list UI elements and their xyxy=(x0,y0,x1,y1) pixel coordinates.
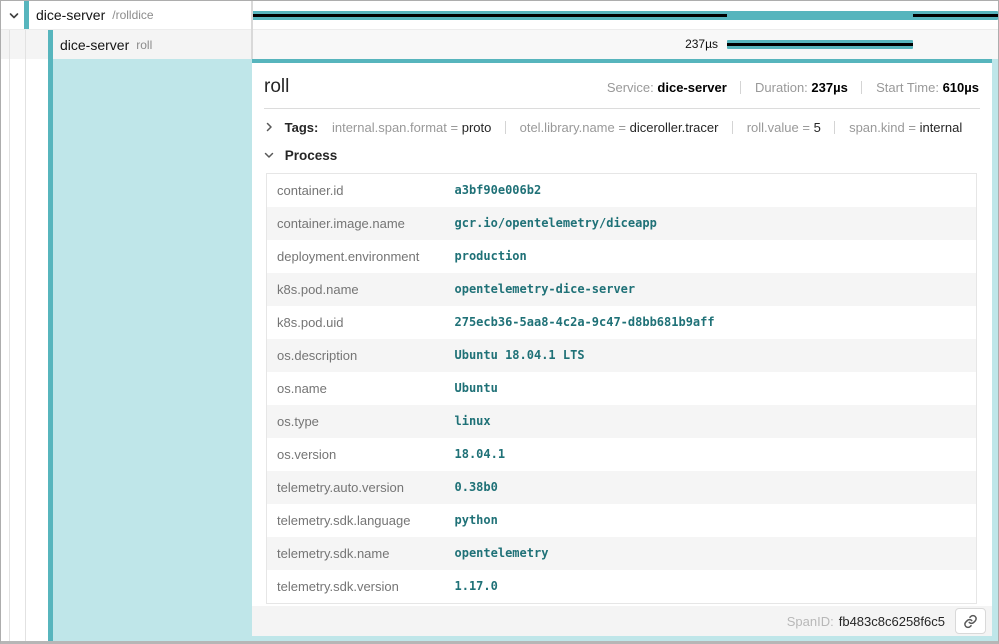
tags-accordion-toggle[interactable]: Tags: internal.span.format = proto otel.… xyxy=(252,109,992,135)
critical-path-segment xyxy=(727,43,913,46)
table-row: os.typelinux xyxy=(267,405,977,438)
table-row: os.nameUbuntu xyxy=(267,372,977,405)
span-operation-name: roll xyxy=(136,38,152,52)
spanid-label: SpanID: xyxy=(787,614,834,629)
span-title: roll xyxy=(264,76,289,98)
span-detail-row: roll Service: dice-server Duration: 237µ… xyxy=(1,59,998,642)
span-color-bar xyxy=(48,30,53,59)
table-row: os.version18.04.1 xyxy=(267,438,977,471)
service-value: dice-server xyxy=(657,80,726,95)
chevron-down-icon[interactable] xyxy=(8,10,20,22)
span-color-bar xyxy=(24,1,29,29)
tree-indent-guide xyxy=(9,59,10,642)
table-row: telemetry.sdk.nameopentelemetry xyxy=(267,537,977,570)
tag-item: internal.span.format = proto xyxy=(332,120,491,135)
duration-label: Duration: xyxy=(755,80,808,95)
meta-divider xyxy=(740,81,741,94)
timeline-row-roll: 237µs xyxy=(252,30,998,59)
table-row: deployment.environmentproduction xyxy=(267,240,977,273)
span-detail-header: roll Service: dice-server Duration: 237µ… xyxy=(252,63,992,108)
chevron-down-icon xyxy=(264,150,274,160)
table-row: telemetry.sdk.version1.17.0 xyxy=(267,570,977,604)
table-row: container.ida3bf90e006b2 xyxy=(267,174,977,208)
tree-indent-guide xyxy=(25,30,26,59)
span-color-bar xyxy=(48,59,53,642)
column-resizer[interactable] xyxy=(251,1,253,59)
link-icon xyxy=(963,614,978,629)
critical-path-segment xyxy=(913,14,998,17)
chevron-right-icon xyxy=(264,122,274,132)
span-detail-footer: SpanID: fb483c8c6258f6c5 xyxy=(252,606,992,636)
start-time-label: Start Time: xyxy=(876,80,939,95)
tree-indent-guide xyxy=(25,59,26,642)
process-accordion-toggle[interactable]: Process xyxy=(252,135,992,163)
jaeger-trace-detail-window: 237µs dice-server /rolldice dice-server … xyxy=(0,0,999,644)
span-name-column: dice-server /rolldice dice-server roll xyxy=(1,1,252,59)
tag-divider xyxy=(505,121,506,134)
start-time-value: 610µs xyxy=(943,80,979,95)
trace-timeline: 237µs xyxy=(252,1,998,59)
span-service-name: dice-server xyxy=(60,37,129,53)
table-row: telemetry.sdk.languagepython xyxy=(267,504,977,537)
process-kv-table: container.ida3bf90e006b2 container.image… xyxy=(266,173,977,604)
span-row-roll[interactable]: dice-server roll xyxy=(1,30,251,59)
tag-item: roll.value = 5 xyxy=(747,120,821,135)
spanid-value: fb483c8c6258f6c5 xyxy=(839,614,945,629)
span-detail-panel: roll Service: dice-server Duration: 237µ… xyxy=(252,59,992,636)
table-row: k8s.pod.uid275ecb36-5aa8-4c2a-9c47-d8bb6… xyxy=(267,306,977,339)
tree-indent-guide xyxy=(9,30,10,59)
timeline-row-rolldice xyxy=(252,1,998,30)
process-label: Process xyxy=(285,148,338,163)
tag-item: otel.library.name = diceroller.tracer xyxy=(520,120,719,135)
copy-span-link-button[interactable] xyxy=(955,608,986,634)
span-row-rolldice[interactable]: dice-server /rolldice xyxy=(1,1,251,30)
meta-divider xyxy=(861,81,862,94)
table-row: k8s.pod.nameopentelemetry-dice-server xyxy=(267,273,977,306)
span-duration-label: 237µs xyxy=(685,37,718,51)
span-operation-name: /rolldice xyxy=(112,8,153,22)
duration-value: 237µs xyxy=(811,80,847,95)
tag-divider xyxy=(834,121,835,134)
service-label: Service: xyxy=(607,80,654,95)
tag-divider xyxy=(732,121,733,134)
table-row: os.descriptionUbuntu 18.04.1 LTS xyxy=(267,339,977,372)
table-row: telemetry.auto.version0.38b0 xyxy=(267,471,977,504)
table-row: container.image.namegcr.io/opentelemetry… xyxy=(267,207,977,240)
tag-item: span.kind = internal xyxy=(849,120,962,135)
tags-label: Tags: xyxy=(285,120,319,135)
span-meta: Service: dice-server Duration: 237µs Sta… xyxy=(607,80,979,98)
span-service-name: dice-server xyxy=(36,7,105,23)
critical-path-segment xyxy=(252,14,727,17)
